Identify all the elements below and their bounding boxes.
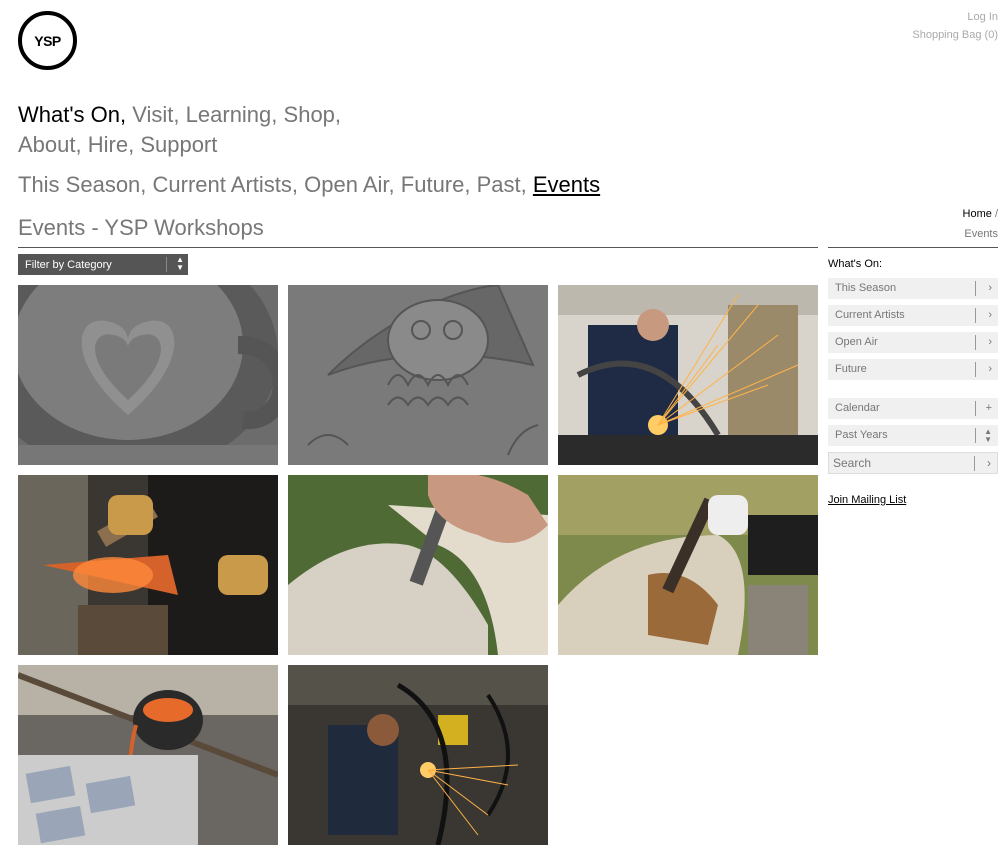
nav-about[interactable]: About, (18, 132, 82, 157)
sidebar-item-calendar[interactable]: Calendar + (828, 398, 998, 419)
tile-stone-carving[interactable] (288, 475, 548, 655)
breadcrumb-current: Events (964, 228, 998, 240)
sidebar-item-label: Current Artists (835, 309, 905, 321)
sidebar-item-label: Future (835, 363, 867, 375)
chevron-right-icon: › (988, 309, 992, 321)
filter-label: Filter by Category (25, 258, 112, 271)
tile-grinding[interactable] (288, 665, 548, 845)
tile-metal-pouring[interactable] (18, 665, 278, 845)
nav-learning[interactable]: Learning, (186, 102, 278, 127)
breadcrumb-separator: / (994, 208, 998, 220)
item-separator (975, 335, 976, 350)
sidebar-item-future[interactable]: Future › (828, 359, 998, 380)
item-separator (975, 308, 976, 323)
sidebar: What's On: This Season › Current Artists… (828, 247, 998, 506)
updown-arrows-icon: ▲ ▼ (984, 427, 992, 444)
logo-text: YSP (34, 32, 61, 49)
sidebar-heading: What's On: (828, 258, 883, 270)
filter-separator (166, 257, 167, 272)
subnav-open-air[interactable]: Open Air, (304, 172, 395, 197)
subnav-events[interactable]: Events (533, 172, 600, 197)
sidebar-divider (828, 247, 998, 248)
subnav-this-season[interactable]: This Season, (18, 172, 146, 197)
plus-icon: + (985, 402, 992, 414)
tile-drawing[interactable] (288, 285, 548, 465)
nav-shop[interactable]: Shop, (284, 102, 342, 127)
sidebar-item-this-season[interactable]: This Season › (828, 278, 998, 299)
chevron-right-icon[interactable]: › (987, 453, 991, 473)
search-input[interactable]: Search › (828, 452, 998, 474)
sidebar-item-label: Past Years (835, 429, 888, 441)
nav-hire[interactable]: Hire, (88, 132, 134, 157)
updown-arrows-icon: ▲ ▼ (176, 255, 184, 272)
tile-welding[interactable] (558, 285, 818, 465)
item-separator (975, 281, 976, 296)
sidebar-item-label: Open Air (835, 336, 878, 348)
item-separator (975, 401, 976, 416)
shopping-bag-link[interactable]: Shopping Bag (0) (912, 26, 998, 44)
page-title: Events - YSP Workshops (18, 215, 264, 240)
search-separator (974, 456, 975, 471)
sidebar-item-label: Calendar (835, 402, 880, 414)
tile-wood-carving[interactable] (558, 475, 818, 655)
login-link[interactable]: Log In (912, 8, 998, 26)
breadcrumb-home[interactable]: Home (963, 208, 992, 220)
chevron-right-icon: › (988, 336, 992, 348)
sidebar-item-label: This Season (835, 282, 897, 294)
subnav-future[interactable]: Future, (401, 172, 471, 197)
main-nav: What's On, Visit, Learning, Shop, About,… (18, 100, 378, 160)
sidebar-item-open-air[interactable]: Open Air › (828, 332, 998, 353)
item-separator (975, 428, 976, 443)
tile-blacksmith[interactable] (18, 475, 278, 655)
nav-visit[interactable]: Visit, (132, 102, 179, 127)
title-divider (18, 247, 818, 248)
sidebar-item-past-years[interactable]: Past Years ▲ ▼ (828, 425, 998, 446)
join-mailing-list-link[interactable]: Join Mailing List (828, 494, 998, 506)
chevron-right-icon: › (988, 363, 992, 375)
ysp-logo[interactable]: YSP (18, 11, 77, 70)
search-placeholder: Search (833, 456, 872, 470)
nav-support[interactable]: Support (140, 132, 217, 157)
subnav-past[interactable]: Past, (477, 172, 527, 197)
sub-nav: This Season, Current Artists, Open Air, … (18, 170, 600, 200)
breadcrumb: Home / Events (963, 204, 998, 244)
filter-category-select[interactable]: Filter by Category ▲ ▼ (18, 254, 188, 275)
nav-whats-on[interactable]: What's On, (18, 102, 126, 127)
utility-links: Log In Shopping Bag (0) (912, 8, 998, 44)
tile-latte-art[interactable] (18, 285, 278, 465)
chevron-right-icon: › (988, 282, 992, 294)
item-separator (975, 362, 976, 377)
sidebar-item-current-artists[interactable]: Current Artists › (828, 305, 998, 326)
subnav-current-artists[interactable]: Current Artists, (153, 172, 298, 197)
